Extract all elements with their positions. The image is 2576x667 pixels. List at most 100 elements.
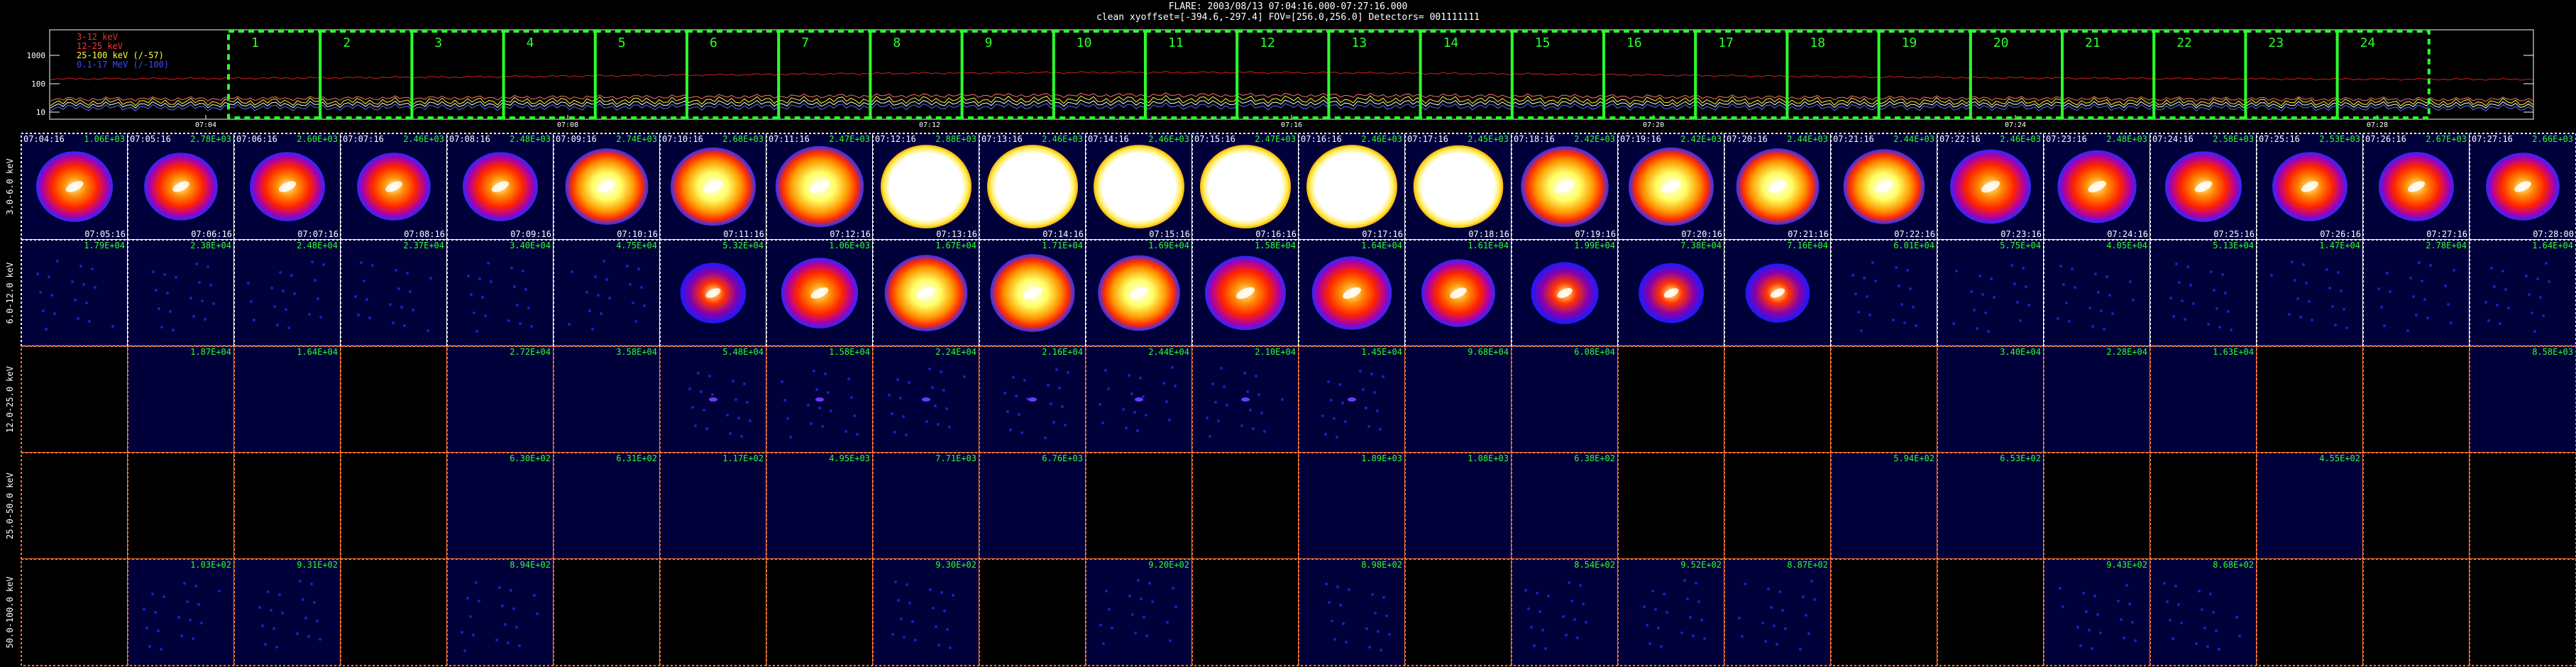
noise-speck bbox=[2057, 317, 2059, 320]
noise-speck bbox=[2212, 611, 2215, 614]
max-value-label: 2.78E+04 bbox=[2426, 241, 2467, 250]
source-core bbox=[709, 397, 717, 402]
noise-speck bbox=[943, 610, 946, 612]
noise-speck bbox=[629, 283, 632, 286]
noise-speck bbox=[172, 329, 175, 331]
noise-speck bbox=[1380, 649, 1382, 651]
noise-speck bbox=[2085, 610, 2088, 613]
noise-speck bbox=[1909, 287, 1912, 290]
noise-speck bbox=[467, 275, 470, 277]
image-cell bbox=[2150, 559, 2257, 666]
noise-speck bbox=[2186, 265, 2189, 268]
noise-speck bbox=[406, 272, 409, 275]
noise-speck bbox=[1226, 404, 1228, 407]
source-core bbox=[1348, 397, 1356, 402]
noise-speck bbox=[278, 593, 281, 596]
noise-speck bbox=[2097, 291, 2100, 294]
noise-speck bbox=[948, 426, 951, 429]
image-cell bbox=[1512, 453, 1618, 559]
image-cell bbox=[554, 559, 660, 666]
max-value-label: 9.20E+02 bbox=[1148, 560, 1189, 570]
image-cell bbox=[447, 346, 554, 453]
noise-speck bbox=[189, 619, 192, 622]
noise-speck bbox=[894, 580, 897, 583]
noise-speck bbox=[1536, 592, 1539, 595]
noise-speck bbox=[1263, 430, 1266, 433]
noise-speck bbox=[2418, 261, 2421, 264]
noise-speck bbox=[908, 602, 911, 605]
max-value-label: 1.58E+04 bbox=[829, 347, 870, 357]
noise-speck bbox=[2059, 265, 2062, 268]
start-time-label: 07:25:16 bbox=[2259, 134, 2300, 144]
noise-speck bbox=[276, 324, 279, 326]
noise-speck bbox=[478, 600, 480, 602]
noise-speck bbox=[597, 294, 600, 297]
max-value-label: 9.30E+02 bbox=[935, 560, 976, 570]
noise-speck bbox=[1576, 636, 1579, 639]
max-value-label: 9.31E+02 bbox=[297, 560, 338, 570]
max-value-label: 6.38E+02 bbox=[1574, 453, 1615, 463]
noise-speck bbox=[2343, 308, 2345, 311]
noise-speck bbox=[1805, 614, 1807, 617]
noise-speck bbox=[937, 644, 940, 646]
noise-speck bbox=[2178, 281, 2181, 284]
noise-speck bbox=[732, 380, 734, 382]
noise-speck bbox=[1333, 417, 1336, 420]
noise-speck bbox=[1336, 436, 1338, 439]
noise-speck bbox=[705, 427, 708, 430]
noise-speck bbox=[1064, 424, 1067, 426]
end-time-label: 07:27:16 bbox=[2426, 229, 2467, 239]
noise-speck bbox=[2071, 268, 2074, 270]
noise-speck bbox=[319, 316, 322, 319]
noise-speck bbox=[2093, 595, 2096, 597]
image-cell bbox=[660, 453, 766, 559]
start-time-label: 07:19:16 bbox=[1620, 134, 1661, 144]
noise-speck bbox=[1993, 296, 1996, 299]
noise-speck bbox=[1345, 641, 1348, 644]
noise-speck bbox=[287, 326, 290, 329]
noise-speck bbox=[209, 284, 212, 287]
noise-speck bbox=[1854, 292, 1857, 295]
max-value-label: 8.94E+02 bbox=[510, 560, 551, 570]
noise-speck bbox=[643, 304, 646, 307]
noise-speck bbox=[148, 645, 151, 648]
noise-speck bbox=[844, 430, 847, 433]
noise-speck bbox=[2421, 280, 2423, 282]
noise-speck bbox=[1107, 387, 1110, 390]
noise-speck bbox=[1321, 414, 1324, 417]
noise-speck bbox=[357, 314, 360, 316]
noise-speck bbox=[1533, 644, 1536, 647]
noise-speck bbox=[198, 281, 201, 284]
image-cell bbox=[2150, 346, 2257, 453]
image-cell bbox=[554, 453, 660, 559]
noise-speck bbox=[1220, 367, 1223, 370]
start-time-label: 07:08:16 bbox=[449, 134, 490, 144]
noise-speck bbox=[2499, 322, 2501, 325]
noise-speck bbox=[2184, 318, 2186, 321]
noise-speck bbox=[2106, 275, 2108, 278]
image-cell bbox=[1299, 453, 1405, 559]
noise-speck bbox=[2016, 301, 2019, 304]
noise-speck bbox=[2528, 293, 2531, 296]
image-cell bbox=[1831, 346, 1937, 453]
max-value-label: 2.48E+04 bbox=[297, 241, 338, 250]
noise-speck bbox=[160, 648, 163, 651]
image-cell bbox=[1937, 453, 2044, 559]
noise-speck bbox=[902, 415, 905, 418]
noise-speck bbox=[1952, 322, 1955, 325]
image-cell bbox=[873, 559, 979, 666]
noise-speck bbox=[412, 309, 414, 312]
start-time-label: 07:24:16 bbox=[2152, 134, 2194, 144]
noise-speck bbox=[1370, 373, 1373, 375]
noise-speck bbox=[1565, 634, 1568, 636]
image-cell bbox=[234, 559, 341, 666]
noise-speck bbox=[2062, 605, 2064, 608]
image-cell bbox=[447, 453, 554, 559]
noise-speck bbox=[946, 628, 949, 631]
noise-speck bbox=[311, 260, 314, 263]
noise-speck bbox=[2406, 329, 2409, 332]
image-cell bbox=[1831, 453, 1937, 559]
noise-speck bbox=[513, 285, 516, 288]
image-cell bbox=[447, 240, 554, 346]
noise-speck bbox=[2218, 326, 2221, 329]
